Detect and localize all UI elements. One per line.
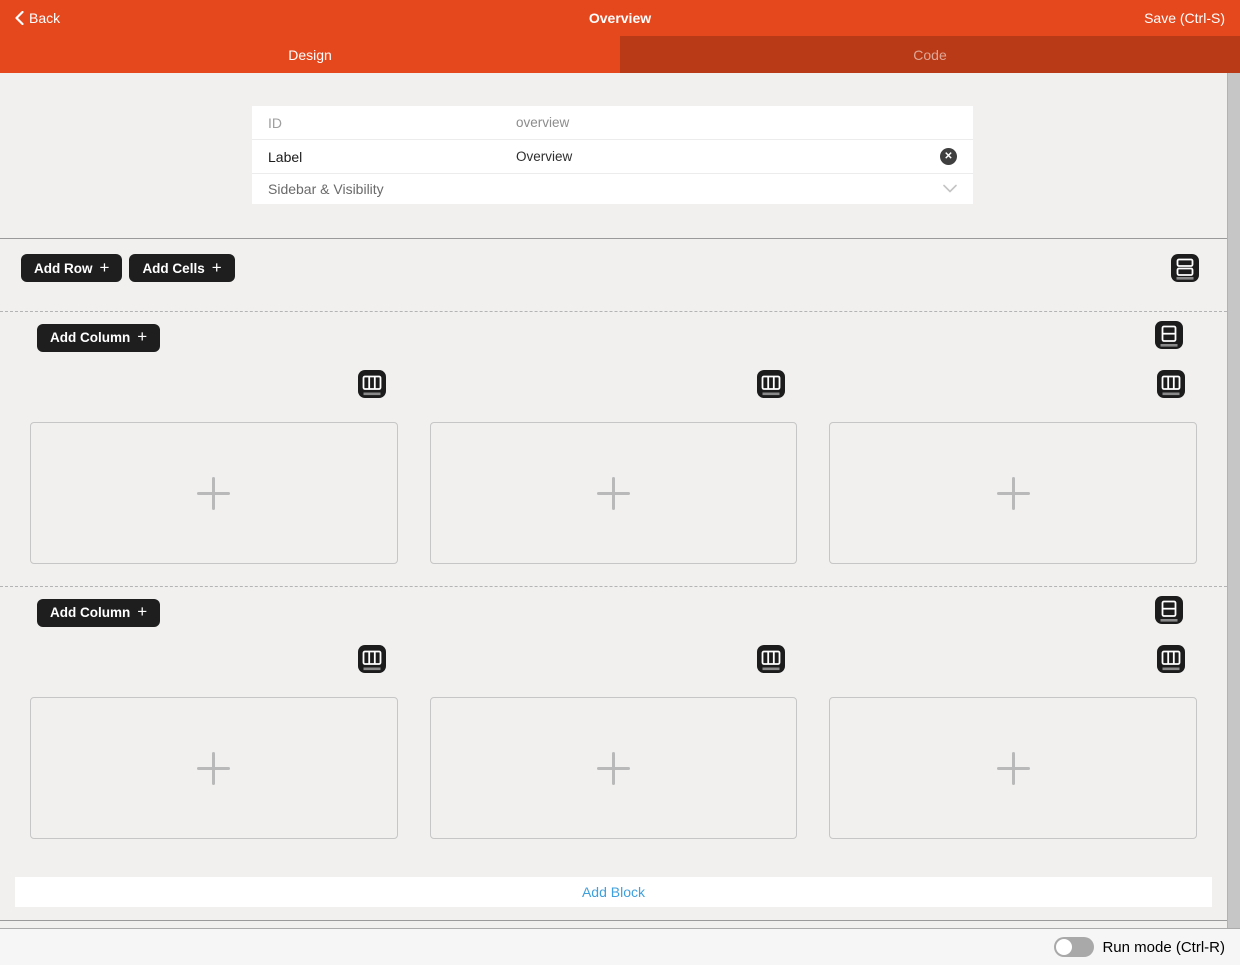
label-field-label: Label	[268, 149, 516, 165]
empty-cell-add-target[interactable]	[430, 697, 798, 839]
add-column-label: Add Column	[50, 330, 130, 345]
add-column-button[interactable]: Add Column +	[37, 599, 160, 627]
row-split-icon[interactable]	[1155, 596, 1183, 629]
status-bar: Run mode (Ctrl-R)	[0, 928, 1240, 965]
toggle-knob	[1056, 939, 1072, 955]
plus-icon	[197, 752, 230, 785]
design-toolbar: Add Row + Add Cells +	[0, 239, 1227, 311]
sidebar-visibility-label: Sidebar & Visibility	[268, 181, 516, 197]
add-cells-label: Add Cells	[142, 261, 204, 276]
plus-icon	[597, 477, 630, 510]
add-row-button[interactable]: Add Row +	[21, 254, 122, 282]
main-viewport: ID overview Label Overview ✕ Sidebar & V…	[0, 73, 1240, 928]
add-block-bar: Add Block	[15, 877, 1212, 907]
plus-icon: +	[100, 259, 110, 276]
column-2	[430, 370, 798, 564]
vertical-scrollbar[interactable]	[1227, 73, 1240, 928]
column-3	[829, 645, 1197, 839]
add-row-label: Add Row	[34, 261, 93, 276]
empty-cell-add-target[interactable]	[30, 422, 398, 564]
properties-card: ID overview Label Overview ✕ Sidebar & V…	[252, 106, 973, 204]
columns-split-icon[interactable]	[358, 370, 386, 403]
chevron-left-icon	[15, 11, 24, 25]
label-field-value[interactable]: Overview	[516, 149, 940, 164]
section-divider-bottom	[0, 920, 1227, 921]
add-block-link[interactable]: Add Block	[582, 884, 645, 900]
columns-split-icon[interactable]	[1157, 645, 1185, 678]
columns-split-icon[interactable]	[1157, 370, 1185, 403]
sidebar-visibility-row[interactable]: Sidebar & Visibility	[252, 174, 973, 204]
id-field-value[interactable]: overview	[516, 115, 957, 130]
column-3	[829, 370, 1197, 564]
row-split-icon[interactable]	[1155, 321, 1183, 354]
id-field-label: ID	[268, 115, 516, 131]
plus-icon	[997, 477, 1030, 510]
add-column-button[interactable]: Add Column +	[37, 324, 160, 352]
properties-section: ID overview Label Overview ✕ Sidebar & V…	[0, 73, 1227, 238]
empty-cell-add-target[interactable]	[430, 422, 798, 564]
column-1	[30, 370, 398, 564]
tab-code[interactable]: Code	[620, 36, 1240, 73]
chevron-down-icon[interactable]	[943, 180, 957, 198]
save-button[interactable]: Save (Ctrl-S)	[1144, 10, 1225, 26]
row-section-1: Add Column +	[0, 311, 1227, 586]
empty-cell-add-target[interactable]	[829, 422, 1197, 564]
clear-circle-icon[interactable]: ✕	[940, 148, 957, 165]
columns-split-icon[interactable]	[757, 645, 785, 678]
tab-bar: Design Code	[0, 36, 1240, 73]
plus-icon: +	[137, 603, 147, 620]
plus-icon: +	[212, 259, 222, 276]
app-header: Overview Back Save (Ctrl-S)	[0, 0, 1240, 36]
empty-cell-add-target[interactable]	[829, 697, 1197, 839]
stacked-rows-icon[interactable]	[1171, 254, 1199, 287]
empty-cell-add-target[interactable]	[30, 697, 398, 839]
field-row-id[interactable]: ID overview	[252, 106, 973, 140]
page-title: Overview	[0, 10, 1240, 26]
column-2	[430, 645, 798, 839]
back-label: Back	[29, 10, 60, 26]
plus-icon	[597, 752, 630, 785]
columns-split-icon[interactable]	[358, 645, 386, 678]
run-mode-label: Run mode (Ctrl-R)	[1102, 939, 1225, 956]
run-mode-toggle[interactable]	[1054, 937, 1094, 957]
plus-icon: +	[137, 328, 147, 345]
back-button[interactable]: Back	[15, 10, 60, 26]
tab-design[interactable]: Design	[0, 36, 620, 73]
field-row-label[interactable]: Label Overview ✕	[252, 140, 973, 174]
add-cells-button[interactable]: Add Cells +	[129, 254, 234, 282]
plus-icon	[997, 752, 1030, 785]
add-column-label: Add Column	[50, 605, 130, 620]
row-section-2: Add Column +	[0, 586, 1227, 861]
columns-split-icon[interactable]	[757, 370, 785, 403]
plus-icon	[197, 477, 230, 510]
column-1	[30, 645, 398, 839]
